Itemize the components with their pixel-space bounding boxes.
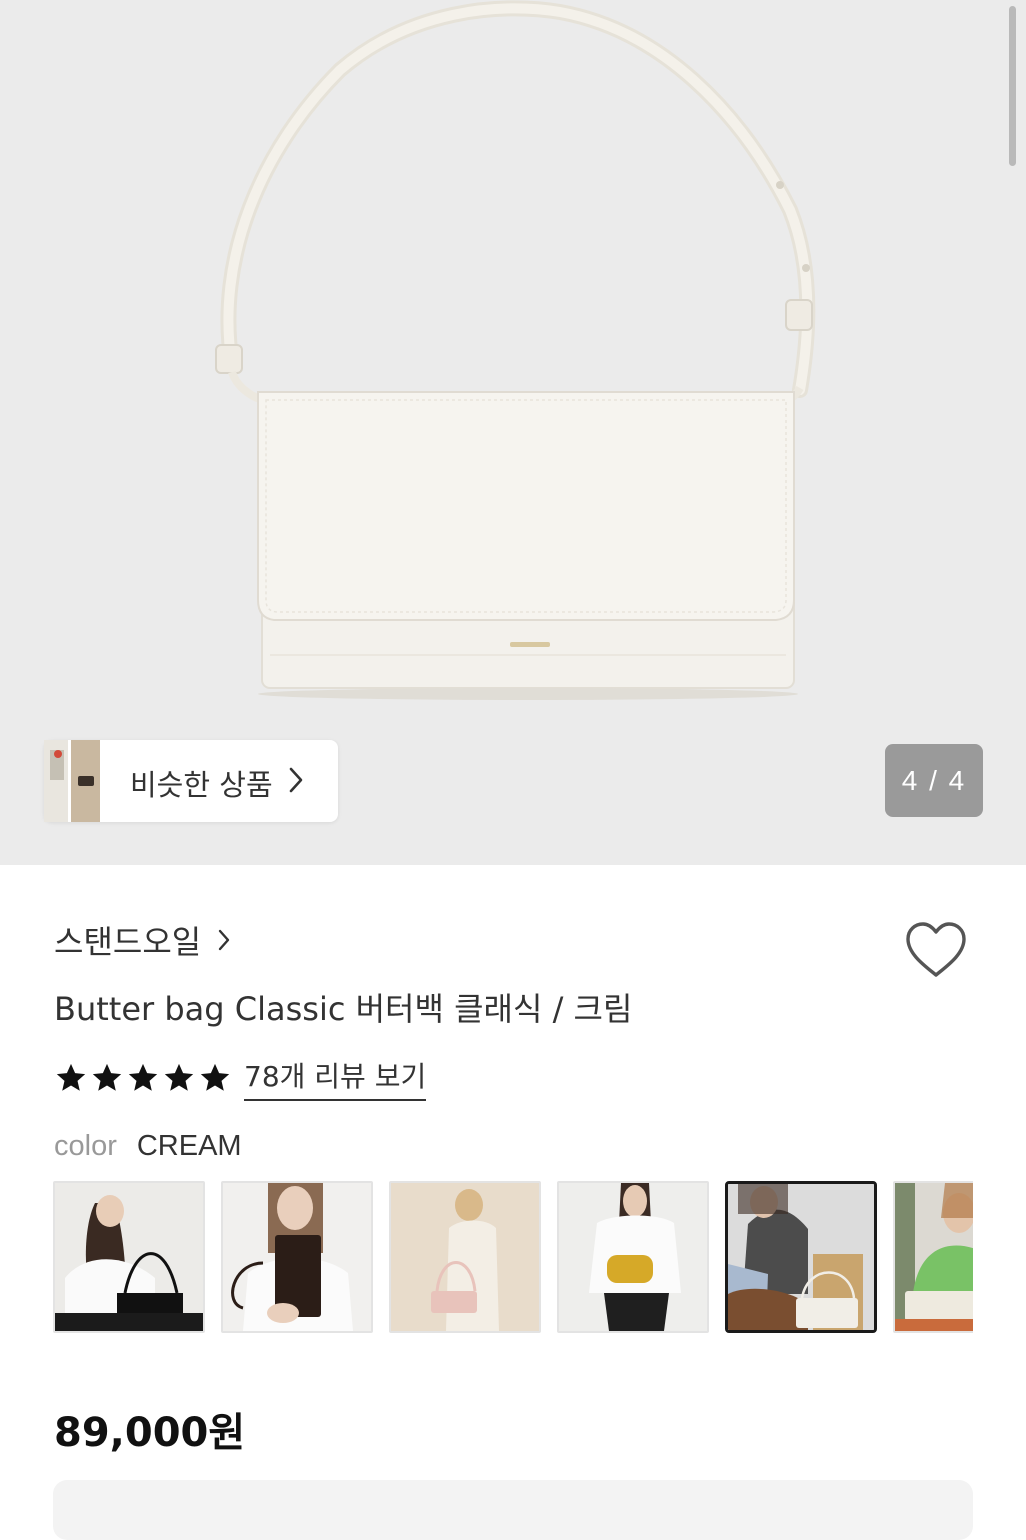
product-image-gallery[interactable]: 비슷한 상품 4 / 4 — [0, 0, 1026, 865]
swatch-photo — [559, 1183, 707, 1331]
reviews-link[interactable]: 78개 리뷰 보기 — [244, 1055, 427, 1101]
star-icon — [200, 1063, 230, 1091]
swatch-photo — [391, 1183, 539, 1331]
brand-link[interactable]: 스탠드오일 — [54, 918, 231, 962]
page-scrollbar[interactable] — [1009, 6, 1016, 166]
heart-icon[interactable] — [903, 920, 969, 980]
star-icon — [164, 1063, 194, 1091]
color-selector-label: color CREAM — [54, 1130, 242, 1163]
image-counter-badge: 4 / 4 — [885, 744, 983, 817]
color-swatch-list[interactable] — [53, 1181, 973, 1333]
rating-stars — [54, 1061, 232, 1095]
option-select-box[interactable] — [53, 1480, 973, 1540]
color-swatch-cream[interactable] — [725, 1181, 877, 1333]
color-swatch-black[interactable] — [53, 1181, 205, 1333]
chevron-right-icon — [219, 929, 230, 951]
product-title: Butter bag Classic 버터백 클래식 / 크림 — [54, 990, 633, 1028]
similar-products-label: 비슷한 상품 — [130, 768, 273, 802]
color-value: CREAM — [136, 1130, 242, 1162]
swatch-photo — [55, 1183, 203, 1331]
color-swatch-pink[interactable] — [389, 1181, 541, 1333]
color-label: color — [54, 1130, 117, 1162]
swatch-photo — [728, 1184, 874, 1330]
rating-row: 78개 리뷰 보기 — [54, 1055, 427, 1101]
brand-name: 스탠드오일 — [54, 923, 202, 961]
swatch-photo — [223, 1183, 371, 1331]
product-photo — [215, 0, 816, 700]
color-swatch-dark-brown[interactable] — [221, 1181, 373, 1333]
star-icon — [56, 1063, 86, 1091]
star-icon — [92, 1063, 122, 1091]
similar-products-button[interactable]: 비슷한 상품 — [44, 740, 338, 822]
similar-products-thumbnail — [44, 740, 100, 822]
color-swatch-ivory[interactable] — [893, 1181, 973, 1333]
chevron-right-icon — [289, 767, 303, 793]
swatch-photo — [895, 1183, 973, 1331]
color-swatch-yellow[interactable] — [557, 1181, 709, 1333]
product-price: 89,000원 — [54, 1410, 246, 1456]
star-icon — [128, 1063, 158, 1091]
